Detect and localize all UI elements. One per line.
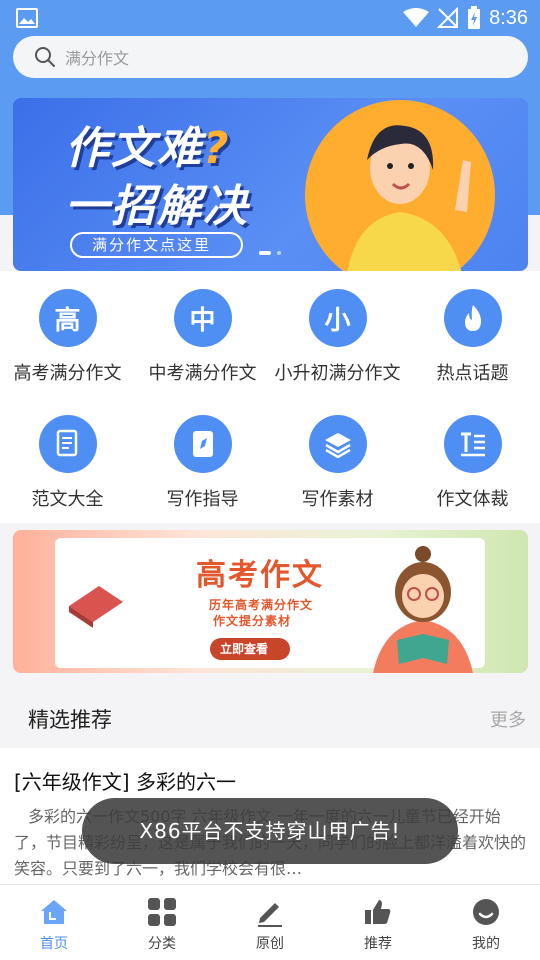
featured-section-header: 精选推荐 更多 xyxy=(0,690,540,746)
gao-icon: 高 xyxy=(38,289,97,347)
compass-book-icon xyxy=(173,415,232,473)
xiao-icon: 小 xyxy=(308,289,367,347)
nav-label: 分类 xyxy=(148,936,176,952)
nav-label: 我的 xyxy=(472,936,500,952)
nav-profile[interactable]: 我的 xyxy=(432,895,540,953)
search-icon xyxy=(35,47,55,67)
document-icon xyxy=(38,415,97,473)
category-label: 作文体裁 xyxy=(436,489,509,510)
category-label: 范文大全 xyxy=(31,489,104,510)
category-label: 写作素材 xyxy=(301,489,374,510)
thumb-up-icon xyxy=(361,895,395,929)
text-format-icon xyxy=(443,415,502,473)
promo-subtitle-2: 作文提分素材 xyxy=(213,614,292,628)
category-zhongkao[interactable]: 中 中考满分作文 xyxy=(135,289,270,385)
category-label: 中考满分作文 xyxy=(148,363,257,384)
layers-icon xyxy=(308,415,367,473)
smile-icon xyxy=(469,895,503,929)
book-illustration xyxy=(69,586,123,628)
nav-recommend[interactable]: 推荐 xyxy=(324,895,432,953)
reader-illustration xyxy=(373,546,473,673)
status-bar: 8:36 xyxy=(0,0,540,36)
hero-banner[interactable]: 作文难? 一招解决 满分作文点这里 xyxy=(13,98,528,271)
nav-original[interactable]: 原创 xyxy=(216,895,324,953)
category-label: 高考满分作文 xyxy=(13,363,122,384)
status-time: 8:36 xyxy=(489,6,528,29)
nav-label: 原创 xyxy=(256,936,284,952)
banner-page-indicator xyxy=(259,251,281,255)
nav-label: 首页 xyxy=(40,936,68,952)
category-writing-guide[interactable]: 写作指导 xyxy=(135,415,270,511)
category-xiaoshengchu[interactable]: 小 小升初满分作文 xyxy=(270,289,405,385)
category-label: 写作指导 xyxy=(166,489,239,510)
category-essay-genre[interactable]: 作文体裁 xyxy=(405,415,540,511)
zhong-icon: 中 xyxy=(173,289,232,347)
more-link[interactable]: 更多 xyxy=(490,706,526,732)
promo-banner[interactable]: 高考作文 历年高考满分作文 作文提分素材 立即查看 xyxy=(13,530,528,673)
banner-cta[interactable]: 满分作文点这里 xyxy=(70,232,244,258)
category-writing-material[interactable]: 写作素材 xyxy=(270,415,405,511)
image-notification-icon xyxy=(16,8,38,28)
search-placeholder: 满分作文 xyxy=(65,49,130,68)
category-grid: 高 高考满分作文 中 中考满分作文 小 小升初满分作文 热点话题 范文大全 写作… xyxy=(0,271,540,523)
category-label: 小升初满分作文 xyxy=(274,363,401,384)
search-bar[interactable]: 满分作文 xyxy=(13,36,528,78)
banner-title-line2: 一招解决 xyxy=(65,181,249,232)
grid-icon xyxy=(145,895,179,929)
nav-label: 推荐 xyxy=(364,936,392,952)
promo-title: 高考作文 xyxy=(196,558,324,593)
home-icon xyxy=(37,895,71,929)
wifi-icon xyxy=(403,8,430,27)
category-gaokao[interactable]: 高 高考满分作文 xyxy=(0,289,135,385)
no-signal-icon xyxy=(437,7,459,28)
nav-home[interactable]: 首页 xyxy=(0,895,108,953)
article-title: [六年级作文] 多彩的六一 xyxy=(14,770,236,794)
section-title: 精选推荐 xyxy=(28,708,112,732)
battery-charging-icon xyxy=(468,6,481,29)
toast-message: X86平台不支持穿山甲广告! xyxy=(82,798,458,864)
nav-category[interactable]: 分类 xyxy=(108,895,216,953)
category-hot-topics[interactable]: 热点话题 xyxy=(405,289,540,385)
promo-view-button[interactable]: 立即查看 xyxy=(210,638,291,660)
category-essay-collection[interactable]: 范文大全 xyxy=(0,415,135,511)
category-label: 热点话题 xyxy=(436,363,509,384)
banner-illustration xyxy=(305,100,495,271)
promo-subtitle-1: 历年高考满分作文 xyxy=(209,598,314,612)
fire-icon xyxy=(443,289,502,347)
bottom-navigation: 首页 分类 原创 推荐 我的 xyxy=(0,884,540,960)
banner-title-line1: 作文难? xyxy=(65,123,231,174)
teacher-illustration xyxy=(347,125,471,271)
pen-icon xyxy=(253,895,287,929)
